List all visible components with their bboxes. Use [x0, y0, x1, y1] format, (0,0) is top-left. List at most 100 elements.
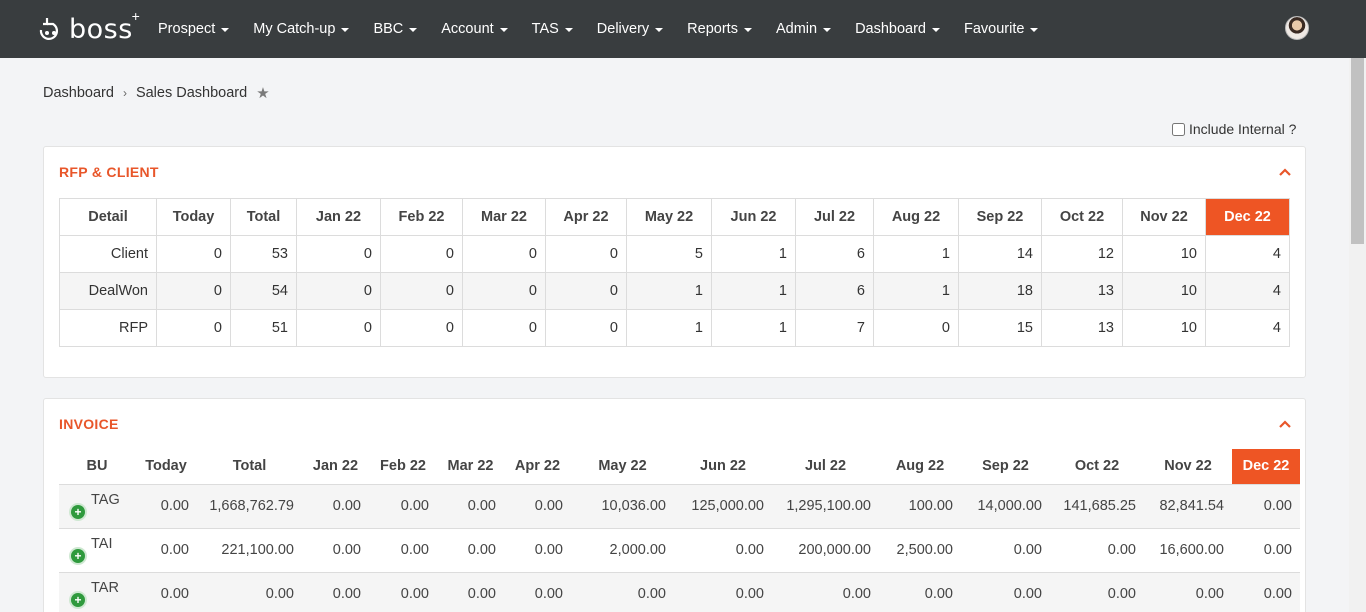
column-header[interactable]: Detail	[59, 198, 157, 236]
column-header[interactable]: BU	[59, 449, 135, 484]
nav-tas[interactable]: TAS	[520, 21, 585, 37]
nav-account[interactable]: Account	[429, 21, 519, 37]
caret-down-icon	[1030, 28, 1039, 32]
invoice-table: BU Today Total Jan 22 Feb 22 Mar 22 Apr …	[59, 449, 1300, 612]
table-cell: 2,000.00	[571, 527, 674, 572]
column-header[interactable]: Jan 22	[302, 449, 369, 484]
bu-cell: + TAG	[59, 483, 135, 528]
column-header[interactable]: Oct 22	[1041, 198, 1123, 236]
table-cell: 1	[873, 235, 959, 273]
chevron-up-icon[interactable]	[1279, 166, 1291, 178]
column-header-active[interactable]: Dec 22	[1205, 198, 1290, 236]
nav-delivery[interactable]: Delivery	[585, 21, 675, 37]
table-cell: 0	[545, 235, 627, 273]
nav-my-catch-up[interactable]: My Catch-up	[241, 21, 361, 37]
table-cell: 1,668,762.79	[197, 483, 302, 528]
rfp-client-title: RFP & CLIENT	[59, 164, 159, 180]
caret-down-icon	[932, 28, 940, 32]
column-header[interactable]: May 22	[626, 198, 712, 236]
table-cell: 82,841.54	[1144, 483, 1232, 528]
rfp-client-panel: RFP & CLIENT Detail Today Total Jan 22 F…	[43, 146, 1306, 378]
column-header[interactable]: Aug 22	[879, 449, 961, 484]
column-header[interactable]: Total	[197, 449, 302, 484]
table-cell: 0.00	[961, 527, 1050, 572]
nav-label: My Catch-up	[253, 21, 336, 37]
include-internal-label: Include Internal ?	[1189, 121, 1297, 137]
table-cell: 0.00	[1232, 527, 1300, 572]
table-cell: 0	[462, 235, 546, 273]
column-header[interactable]: Apr 22	[545, 198, 627, 236]
column-header[interactable]: Today	[156, 198, 231, 236]
main-menu: Prospect My Catch-up BBC Account TAS Del…	[146, 0, 1050, 58]
column-header[interactable]: Sep 22	[961, 449, 1050, 484]
user-avatar[interactable]	[1285, 16, 1309, 40]
rfp-client-table: Detail Today Total Jan 22 Feb 22 Mar 22 …	[59, 198, 1290, 347]
nav-dashboard[interactable]: Dashboard	[843, 21, 952, 37]
nav-favourite[interactable]: Favourite	[952, 21, 1050, 37]
table-cell: 0	[380, 272, 463, 310]
column-header[interactable]: Nov 22	[1122, 198, 1206, 236]
table-cell: 0.00	[1232, 483, 1300, 528]
table-cell: 13	[1041, 272, 1123, 310]
column-header[interactable]: Apr 22	[504, 449, 571, 484]
nav-bbc[interactable]: BBC	[361, 21, 429, 37]
boss-logo[interactable]: boss +	[37, 8, 140, 46]
table-cell: 1	[626, 309, 712, 347]
nav-admin[interactable]: Admin	[764, 21, 843, 37]
page-scrollbar[interactable]	[1349, 58, 1366, 612]
invoice-title: INVOICE	[59, 416, 119, 432]
column-header[interactable]: Today	[135, 449, 197, 484]
column-header[interactable]: Aug 22	[873, 198, 959, 236]
table-cell: 7	[795, 309, 874, 347]
column-header[interactable]: Jul 22	[795, 198, 874, 236]
table-cell: 1	[711, 309, 796, 347]
column-header[interactable]: Sep 22	[958, 198, 1042, 236]
column-header[interactable]: Feb 22	[369, 449, 437, 484]
table-cell: 5	[626, 235, 712, 273]
nav-prospect[interactable]: Prospect	[146, 21, 241, 37]
table-cell: 0	[296, 309, 381, 347]
table-cell: 0	[545, 272, 627, 310]
column-header[interactable]: Feb 22	[380, 198, 463, 236]
expand-plus-icon[interactable]: +	[71, 549, 85, 564]
table-cell: 1	[711, 272, 796, 310]
chevron-up-icon[interactable]	[1279, 418, 1291, 430]
table-cell: 0.00	[571, 571, 674, 612]
table-cell: 0.00	[1050, 527, 1144, 572]
table-cell: 200,000.00	[772, 527, 879, 572]
table-cell: 0	[296, 235, 381, 273]
scrollbar-thumb[interactable]	[1351, 58, 1364, 244]
include-internal-control[interactable]: Include Internal ?	[1172, 121, 1296, 137]
expand-plus-icon[interactable]: +	[71, 593, 85, 608]
column-header[interactable]: Nov 22	[1144, 449, 1232, 484]
table-cell: 16,600.00	[1144, 527, 1232, 572]
star-icon[interactable]: ★	[256, 84, 269, 102]
include-internal-checkbox[interactable]	[1172, 122, 1185, 136]
breadcrumb: Dashboard › Sales Dashboard ★	[43, 84, 270, 102]
expand-plus-icon[interactable]: +	[71, 505, 85, 520]
column-header[interactable]: Mar 22	[437, 449, 504, 484]
table-cell: 0.00	[1144, 571, 1232, 612]
table-cell: 54	[230, 272, 297, 310]
table-cell: 10	[1122, 235, 1206, 273]
nav-reports[interactable]: Reports	[675, 21, 764, 37]
caret-down-icon	[823, 28, 832, 32]
table-cell: 0.00	[504, 527, 571, 572]
table-cell: 0	[156, 272, 231, 310]
column-header[interactable]: Jan 22	[296, 198, 381, 236]
table-row: +TAR 0.00 0.00 0.00 0.00 0.00 0.00 0.00 …	[59, 571, 1300, 612]
caret-down-icon	[655, 28, 664, 32]
column-header[interactable]: May 22	[571, 449, 674, 484]
table-cell: 0.00	[879, 571, 961, 612]
breadcrumb-parent[interactable]: Dashboard	[43, 85, 114, 101]
caret-down-icon	[499, 28, 508, 32]
column-header[interactable]: Mar 22	[462, 198, 546, 236]
column-header[interactable]: Jun 22	[711, 198, 796, 236]
nav-label: Delivery	[596, 21, 650, 37]
column-header-active[interactable]: Dec 22	[1232, 449, 1300, 484]
column-header[interactable]: Total	[230, 198, 297, 236]
column-header[interactable]: Jul 22	[772, 449, 879, 484]
column-header[interactable]: Jun 22	[674, 449, 772, 484]
table-cell: 0	[462, 309, 546, 347]
column-header[interactable]: Oct 22	[1050, 449, 1144, 484]
